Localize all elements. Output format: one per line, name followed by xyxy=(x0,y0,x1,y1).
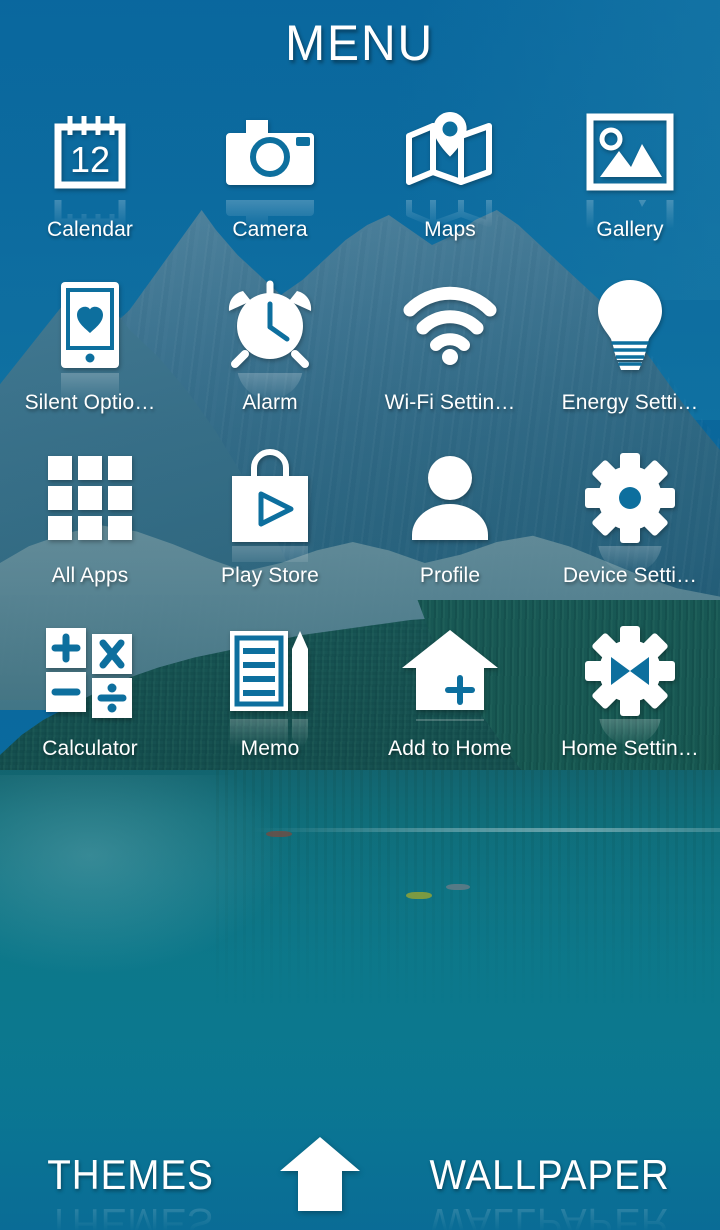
app-item-maps[interactable]: Maps xyxy=(360,100,540,273)
phone-heart-icon xyxy=(61,282,119,368)
app-grid: 12 Calendar Camera Maps Gallery Silent O… xyxy=(0,100,720,792)
note-pencil-icon xyxy=(230,631,308,711)
lightbulb-icon-wrap xyxy=(582,277,678,373)
app-label: Energy Setti… xyxy=(561,391,699,414)
app-label: Camera xyxy=(232,218,308,241)
app-item-alarm[interactable]: Alarm xyxy=(180,273,360,446)
app-item-device-settings[interactable]: Device Setti… xyxy=(540,446,720,619)
wallpaper-canoe xyxy=(406,892,432,899)
shopping-bag-play-icon xyxy=(232,449,308,542)
bottom-bar: THEMES WALLPAPER xyxy=(0,1120,720,1230)
note-pencil-icon-wrap xyxy=(222,623,318,755)
calculator-icon-wrap xyxy=(42,623,138,719)
home-button[interactable] xyxy=(272,1135,368,1215)
app-label: All Apps xyxy=(51,564,129,587)
photo-frame-icon-wrap xyxy=(582,104,678,238)
app-item-gallery[interactable]: Gallery xyxy=(540,100,720,273)
app-item-energy-settings[interactable]: Energy Setti… xyxy=(540,273,720,446)
app-label: Profile xyxy=(419,564,481,587)
gear-house-icon xyxy=(585,626,675,716)
lightbulb-icon xyxy=(598,280,662,370)
svg-text:12: 12 xyxy=(70,139,110,180)
menu-header: MENU xyxy=(0,0,720,86)
camera-icon-wrap xyxy=(222,104,318,229)
app-label: Silent Optio… xyxy=(24,391,156,414)
gear-icon xyxy=(585,453,675,543)
wifi-icon-wrap xyxy=(402,277,498,373)
gear-house-icon-wrap xyxy=(582,623,678,745)
app-item-profile[interactable]: Profile xyxy=(360,446,540,619)
wallpaper-button[interactable]: WALLPAPER xyxy=(429,1151,669,1199)
calculator-icon xyxy=(46,628,132,718)
person-icon-wrap xyxy=(402,450,498,546)
house-plus-icon xyxy=(402,630,498,710)
app-label: Gallery xyxy=(596,218,664,241)
map-pin-icon xyxy=(406,112,492,185)
app-label: Play Store xyxy=(221,564,319,587)
app-label: Calculator xyxy=(42,737,138,760)
app-label: Wi-Fi Settin… xyxy=(384,391,516,414)
app-label: Memo xyxy=(240,737,300,760)
page-title: MENU xyxy=(285,15,435,71)
house-plus-icon-wrap xyxy=(402,623,498,721)
phone-heart-icon-wrap xyxy=(42,277,138,411)
photo-frame-icon xyxy=(586,113,674,191)
app-label: Add to Home xyxy=(388,737,512,760)
wallpaper-canoe xyxy=(446,884,470,890)
app-item-all-apps[interactable]: All Apps xyxy=(0,446,180,619)
wallpaper-lake-highlight xyxy=(0,775,720,1035)
wallpaper-canoe xyxy=(266,831,292,837)
person-icon xyxy=(412,456,488,540)
app-item-memo[interactable]: Memo xyxy=(180,619,360,792)
app-item-calculator[interactable]: Calculator xyxy=(0,619,180,792)
wallpaper-shoreline xyxy=(0,828,720,832)
app-item-home-settings[interactable]: Home Settin… xyxy=(540,619,720,792)
app-item-add-to-home[interactable]: Add to Home xyxy=(360,619,540,792)
app-label: Home Settin… xyxy=(561,737,699,760)
app-item-camera[interactable]: Camera xyxy=(180,100,360,273)
camera-icon xyxy=(226,120,314,185)
launcher-menu-screen: MENU 12 Calendar Camera Maps Gallery Sil… xyxy=(0,0,720,1230)
app-label: Alarm xyxy=(242,391,298,414)
calendar-icon-wrap: 12 xyxy=(42,104,138,233)
alarm-clock-icon xyxy=(228,280,312,368)
app-item-play-store[interactable]: Play Store xyxy=(180,446,360,619)
home-arrow-icon xyxy=(279,1137,360,1211)
alarm-clock-icon-wrap xyxy=(222,277,318,399)
app-item-wifi-settings[interactable]: Wi-Fi Settin… xyxy=(360,273,540,446)
app-label: Device Setti… xyxy=(562,564,698,587)
grid-apps-icon xyxy=(48,456,132,540)
grid-apps-icon-wrap xyxy=(42,450,138,546)
gear-icon-wrap xyxy=(582,450,678,573)
app-item-silent-options[interactable]: Silent Optio… xyxy=(0,273,180,446)
wallpaper-lake-reflection xyxy=(216,770,720,1010)
app-item-calendar[interactable]: 12 Calendar xyxy=(0,100,180,273)
themes-button[interactable]: THEMES xyxy=(47,1151,214,1199)
app-label: Calendar xyxy=(46,218,134,241)
map-pin-icon-wrap xyxy=(402,104,498,227)
calendar-icon: 12 xyxy=(54,116,126,189)
shopping-bag-play-icon-wrap xyxy=(222,449,318,562)
app-label: Maps xyxy=(424,218,476,241)
wifi-icon xyxy=(403,286,497,365)
